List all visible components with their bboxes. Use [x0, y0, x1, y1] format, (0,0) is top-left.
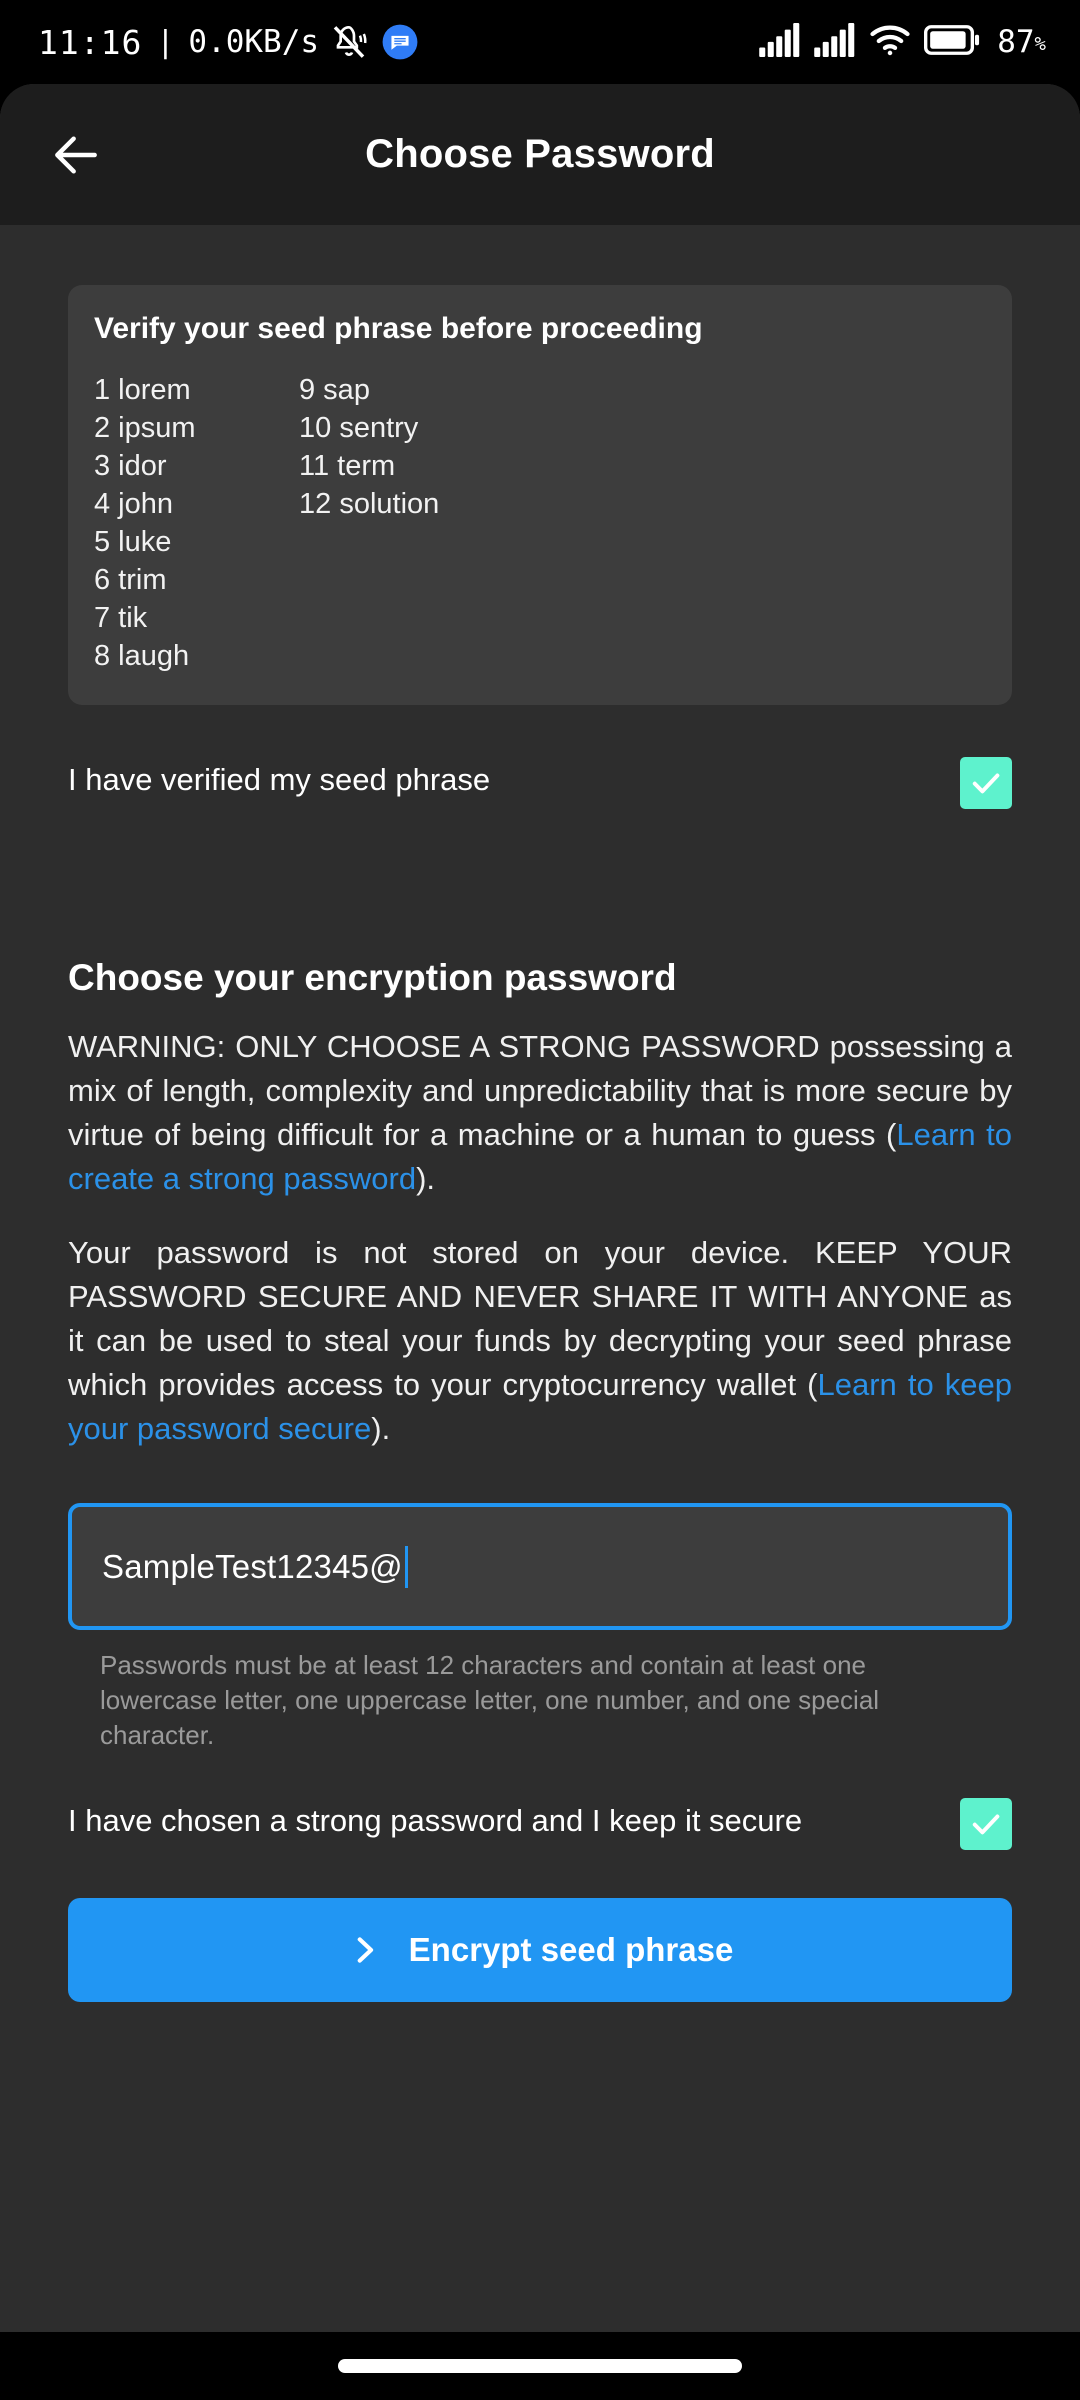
- seed-card-title: Verify your seed phrase before proceedin…: [94, 312, 703, 345]
- strong-password-checkbox[interactable]: [960, 1798, 1012, 1850]
- chevron-right-icon: [357, 1937, 373, 1963]
- seed-word: 8 laugh: [94, 640, 190, 672]
- arrow-left-icon: [55, 135, 97, 174]
- page-title: Choose Password: [365, 132, 715, 176]
- seed-word: 7 tik: [94, 602, 148, 634]
- signal-bars-2-icon: [814, 22, 856, 62]
- encrypt-seed-phrase-button[interactable]: Encrypt seed phrase: [68, 1898, 1012, 2002]
- seed-word: 9 sap: [299, 374, 370, 406]
- seed-word: 6 trim: [94, 564, 167, 596]
- seed-phrase-card: Verify your seed phrase before proceedin…: [68, 285, 1012, 705]
- page-content: Verify your seed phrase before proceedin…: [0, 225, 1080, 2332]
- warning-text-1: WARNING: ONLY CHOOSE A STRONG PASSWORD p…: [68, 1029, 1012, 1152]
- seed-word: 5 luke: [94, 526, 172, 558]
- bell-muted-icon: [329, 22, 369, 62]
- status-bar-right: 87%: [759, 22, 1046, 62]
- back-button[interactable]: [42, 121, 110, 189]
- seed-word: 11 term: [299, 450, 396, 482]
- password-input[interactable]: SampleTest12345@: [68, 1503, 1012, 1630]
- status-clock: 11:16: [38, 22, 143, 62]
- battery-icon: [924, 24, 980, 60]
- gesture-nav-bar: [0, 2332, 1080, 2400]
- password-input-value: SampleTest12345@: [102, 1547, 403, 1585]
- seed-word-columns: 1 lorem 2 ipsum 3 idor 4 john 5 luke 6 t…: [94, 371, 986, 675]
- status-bar: 11:16 | 0.0KB/s 87%: [0, 0, 1080, 84]
- encrypt-seed-phrase-label: Encrypt seed phrase: [408, 1931, 734, 1968]
- warning-text-2-end: ).: [371, 1411, 391, 1446]
- network-speed-label: 0.0KB/s: [188, 24, 320, 60]
- status-separator: |: [156, 24, 175, 60]
- warning-paragraph-1: WARNING: ONLY CHOOSE A STRONG PASSWORD p…: [68, 1025, 1012, 1201]
- strong-password-checkbox-row[interactable]: I have chosen a strong password and I ke…: [68, 1798, 1012, 1850]
- warning-paragraph-2: Your password is not stored on your devi…: [68, 1231, 1012, 1451]
- strong-password-checkbox-label: I have chosen a strong password and I ke…: [68, 1803, 803, 1838]
- app-window: Choose Password Verify your seed phrase …: [0, 84, 1080, 2332]
- seed-word: 10 sentry: [299, 412, 419, 444]
- verify-seed-checkbox-row[interactable]: I have verified my seed phrase: [68, 757, 1012, 809]
- app-bar: Choose Password: [0, 84, 1080, 225]
- verify-seed-checkbox-label: I have verified my seed phrase: [68, 762, 491, 797]
- messages-icon: [381, 23, 419, 61]
- seed-column-left: 1 lorem 2 ipsum 3 idor 4 john 5 luke 6 t…: [94, 371, 299, 675]
- check-icon: [972, 773, 1000, 794]
- battery-percent-label: 87%: [997, 24, 1046, 60]
- status-bar-left: 11:16 | 0.0KB/s: [38, 22, 419, 62]
- wifi-icon: [869, 24, 911, 61]
- seed-word: 4 john: [94, 488, 174, 520]
- signal-bars-icon: [759, 22, 801, 62]
- text-cursor: [404, 1545, 408, 1588]
- home-gesture-pill[interactable]: [338, 2359, 742, 2373]
- seed-word: 3 idor: [94, 450, 167, 482]
- password-section-heading: Choose your encryption password: [68, 957, 677, 998]
- check-icon: [972, 1814, 1000, 1835]
- warning-text-1-end: ).: [416, 1161, 436, 1196]
- seed-word: 1 lorem: [94, 374, 191, 406]
- seed-column-right: 9 sap 10 sentry 11 term 12 solution: [299, 371, 986, 675]
- seed-word: 2 ipsum: [94, 412, 196, 444]
- seed-word: 12 solution: [299, 488, 440, 520]
- phone-screen: 11:16 | 0.0KB/s 87% Choose Password Veri…: [0, 0, 1080, 2400]
- password-helper-text: Passwords must be at least 12 characters…: [100, 1650, 880, 1750]
- verify-seed-checkbox[interactable]: [960, 757, 1012, 809]
